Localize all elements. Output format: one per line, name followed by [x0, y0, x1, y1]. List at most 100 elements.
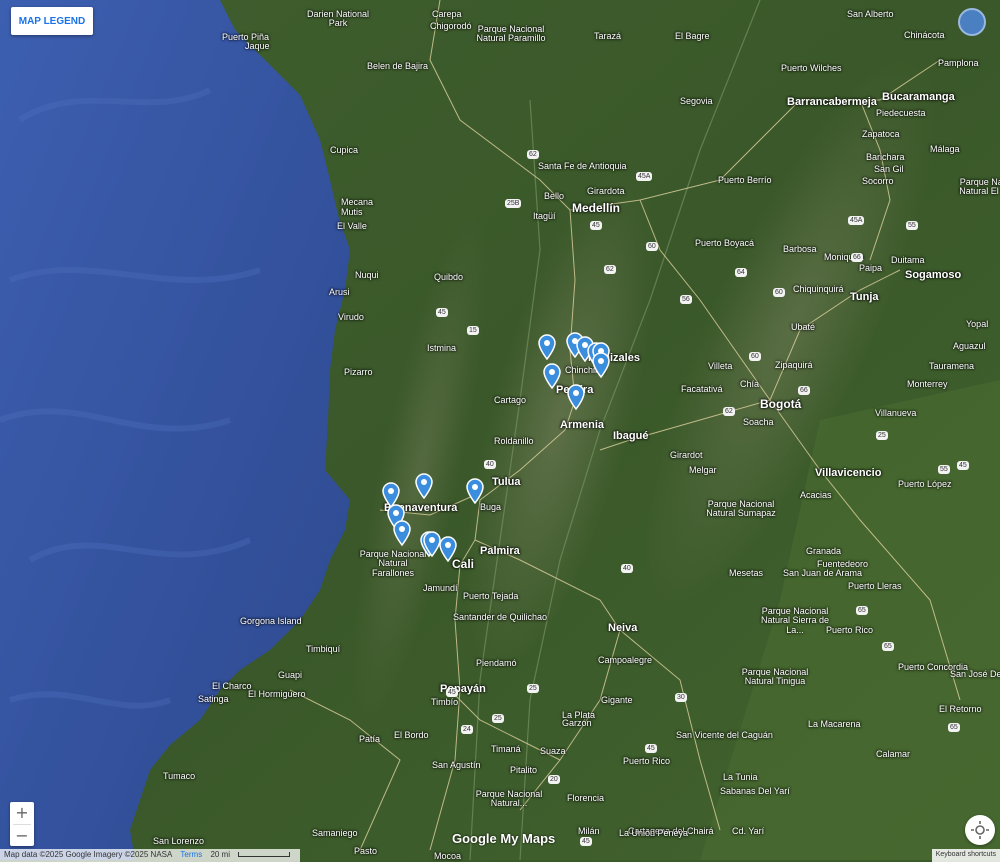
road-shield: 40	[621, 564, 633, 573]
place-label: Duitama	[891, 255, 925, 265]
fullscreen-button[interactable]	[965, 815, 995, 845]
map-marker-pin[interactable]	[464, 478, 486, 505]
place-label: Puerto Rico	[826, 625, 874, 635]
road-shield: 65	[856, 606, 868, 615]
road-shield: 62	[604, 265, 616, 274]
place-label: Chía	[740, 379, 760, 389]
place-label: Paipa	[859, 263, 883, 273]
fullscreen-icon	[971, 821, 989, 839]
place-label: Chinácota	[904, 30, 945, 40]
place-label: Timaná	[491, 744, 521, 754]
place-label: Segovia	[680, 96, 713, 106]
place-label: Belen de Bajira	[367, 61, 429, 71]
place-label: Bello	[544, 191, 565, 201]
place-label: San Juan de Arama	[783, 568, 863, 578]
place-label: Pitalito	[510, 765, 538, 775]
zoom-out-button[interactable]: −	[10, 825, 34, 847]
place-label: Gigante	[601, 695, 633, 705]
park-label: Parque Nacional Natural...	[475, 789, 543, 809]
satellite-map[interactable]	[0, 0, 1000, 860]
place-label: Puerto Lleras	[848, 581, 902, 591]
map-marker-pin[interactable]	[391, 520, 413, 547]
road-shield: 24	[461, 725, 473, 734]
terms-link[interactable]: Terms	[180, 850, 202, 859]
map-marker-pin[interactable]	[590, 352, 612, 379]
place-label: Nuqui	[355, 270, 379, 280]
place-label: Chiquinquirá	[793, 284, 844, 294]
road-shield: 45	[446, 688, 458, 697]
place-label: Puerto Berrío	[718, 175, 772, 185]
city-label: Barrancabermeja	[787, 96, 877, 108]
zoom-control: + −	[10, 802, 34, 846]
place-label: Chigorodó	[430, 21, 472, 31]
place-label: Acacias	[800, 490, 832, 500]
road-shield: 25B	[505, 199, 522, 208]
road-shield: 20	[548, 775, 560, 784]
place-label: La Unión Peneya	[619, 828, 689, 838]
place-label: Piedecuesta	[876, 108, 926, 118]
park-label: Parque Nacional Natural Sierra de La...	[760, 606, 830, 635]
map-marker-pin[interactable]	[437, 536, 459, 563]
road-shield: 45	[580, 837, 592, 846]
place-label: Aguazul	[953, 341, 986, 351]
city-label: Ibagué	[613, 430, 649, 442]
city-label: Armenia	[560, 419, 605, 431]
city-label: Bucaramanga	[882, 91, 955, 103]
place-label: Villeta	[708, 361, 733, 371]
road-shield: 66	[798, 386, 810, 395]
place-label: Granada	[806, 546, 842, 556]
place-label: Calamar	[876, 749, 911, 759]
place-label: San Lorenzo	[153, 836, 205, 846]
park-label: Darien National Park	[306, 9, 370, 29]
account-avatar[interactable]	[958, 8, 986, 36]
place-label: Cupica	[330, 145, 359, 155]
road-shield: 45	[436, 308, 448, 317]
place-label: San Alberto	[847, 9, 894, 19]
place-label: Facatativá	[681, 384, 723, 394]
place-label: Samaniego	[312, 828, 358, 838]
road-shield: 64	[735, 268, 747, 277]
scale-label: 20 mi	[210, 850, 230, 859]
place-label: Puerto Rico	[623, 756, 671, 766]
place-label: Sabanas Del Yarí	[720, 786, 790, 796]
keyboard-shortcuts-link[interactable]: Keyboard shortcuts	[931, 849, 1000, 862]
map-marker-pin[interactable]	[413, 473, 435, 500]
place-label: El Retorno	[939, 704, 982, 714]
place-label: Carepa	[432, 9, 462, 19]
map-footer: Map data ©2025 Google Imagery ©2025 NASA…	[0, 849, 1000, 862]
city-label: Tunja	[850, 291, 879, 303]
road-shield: 15	[467, 326, 479, 335]
map-legend-button[interactable]: MAP LEGEND	[11, 7, 93, 35]
map-marker-pin[interactable]	[541, 363, 563, 390]
city-label: Sogamoso	[905, 269, 962, 281]
place-label: Monterrey	[907, 379, 948, 389]
place-label: Roldanillo	[494, 436, 534, 446]
place-label: Timbío	[431, 697, 459, 707]
place-label: Cd. Yarí	[732, 826, 765, 836]
place-label: Mecana	[341, 197, 374, 207]
place-label: Florencia	[567, 793, 605, 803]
road-shield: 25	[527, 684, 539, 693]
place-label: El Bagre	[675, 31, 710, 41]
road-shield: 30	[675, 693, 687, 702]
city-label: Palmira	[480, 545, 520, 557]
place-label: Puerto Boyacá	[695, 238, 755, 248]
map-attribution: Map data ©2025 Google Imagery ©2025 NASA	[4, 850, 173, 859]
road-shield: 45A	[848, 216, 865, 225]
attribution-bar: Map data ©2025 Google Imagery ©2025 NASA…	[0, 849, 301, 862]
road-shield: 65	[948, 723, 960, 732]
place-label: Santa Fe de Antioquia	[538, 161, 627, 171]
place-label: Mesetas	[729, 568, 764, 578]
place-label: Cartago	[494, 395, 527, 405]
place-label: Garzón	[562, 718, 592, 728]
map-marker-pin[interactable]	[536, 334, 558, 361]
city-label: Neiva	[608, 622, 638, 634]
city-label: Tulua	[492, 476, 521, 488]
place-label: Virudo	[338, 312, 364, 322]
place-label: Girardot	[670, 450, 703, 460]
place-label: Puerto Tejada	[463, 591, 519, 601]
road-shield: 25	[876, 431, 888, 440]
zoom-in-button[interactable]: +	[10, 802, 34, 824]
road-shield: 60	[646, 242, 658, 251]
map-marker-pin[interactable]	[565, 384, 587, 411]
